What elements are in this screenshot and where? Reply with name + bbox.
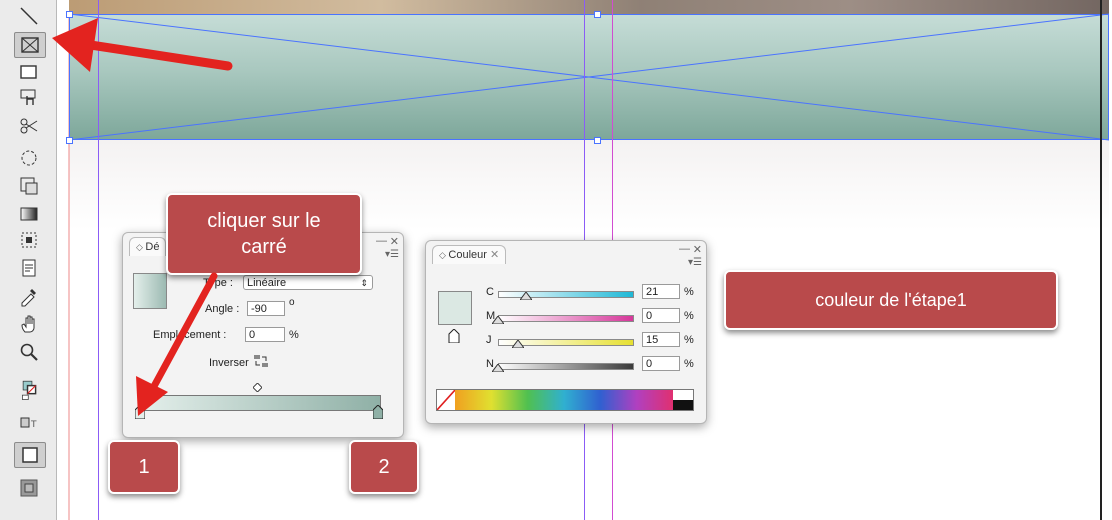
collapse-icon[interactable]: —: [376, 235, 387, 247]
color-panel-tab[interactable]: ◇ Couleur ✕: [432, 245, 507, 264]
svg-text:T: T: [30, 420, 37, 430]
cmyk-label: C: [486, 286, 494, 298]
location-input[interactable]: 0: [245, 327, 285, 342]
panel-menu-icon[interactable]: ▾☰: [688, 257, 702, 268]
line-tool-icon[interactable]: [14, 4, 44, 28]
cmyk-unit: %: [684, 286, 694, 298]
fill-color-swatch[interactable]: [438, 291, 472, 325]
gradient-stop-marker-icon: [448, 328, 460, 344]
cmyk-value-input[interactable]: 15: [642, 332, 680, 347]
collapse-icon[interactable]: —: [679, 243, 690, 255]
spectrum-ramp[interactable]: [455, 390, 673, 410]
image-strip: [69, 0, 1109, 14]
gradient-feather-tool-icon[interactable]: [14, 228, 44, 252]
close-icon[interactable]: ✕: [390, 235, 399, 248]
cmyk-value-input[interactable]: 0: [642, 356, 680, 371]
cmyk-slider-track[interactable]: [498, 291, 634, 298]
cmyk-unit: %: [684, 358, 694, 370]
gradient-stop-end[interactable]: [372, 404, 384, 420]
scissors-tool-icon[interactable]: [14, 114, 44, 138]
black-swatch[interactable]: [673, 400, 693, 410]
type-label: Type :: [203, 277, 233, 289]
cmyk-slider-track[interactable]: [498, 363, 634, 370]
preview-mode-icon[interactable]: [14, 476, 44, 500]
column-guide: [98, 0, 99, 520]
cmyk-slider-thumb[interactable]: [491, 363, 505, 375]
tab-close-icon[interactable]: ✕: [490, 249, 499, 261]
cmyk-slider-thumb[interactable]: [519, 291, 534, 303]
rectangle-frame-tool-icon[interactable]: [14, 32, 46, 58]
panel-menu-icon[interactable]: ▾☰: [385, 249, 399, 260]
gradient-preview-swatch: [133, 273, 167, 309]
zoom-tool-icon[interactable]: [14, 340, 44, 364]
select-arrows-icon: ⇕: [360, 278, 368, 288]
cmyk-unit: %: [684, 334, 694, 346]
gradient-stop-start[interactable]: [134, 404, 146, 420]
angle-unit: o: [289, 297, 295, 308]
hand-tool-icon[interactable]: [14, 312, 44, 336]
location-label: Emplacement :: [153, 329, 227, 341]
callout-stop-1: 1: [108, 440, 180, 494]
tools-panel: T: [0, 0, 57, 520]
gradient-ramp[interactable]: [139, 395, 381, 411]
scale-tool-icon[interactable]: [14, 174, 44, 198]
gradient-swatch-tool-icon[interactable]: [14, 202, 44, 226]
color-panel: ◇ Couleur ✕ — ✕ ▾☰ C 21% M 0% J 15% N 0%: [425, 240, 707, 424]
reverse-gradient-icon[interactable]: [253, 353, 269, 369]
normal-view-mode-icon[interactable]: [14, 442, 46, 468]
note-tool-icon[interactable]: [14, 256, 44, 280]
cmyk-value-input[interactable]: 21: [642, 284, 680, 299]
callout-click-square: cliquer sur le carré: [166, 193, 362, 275]
frame-handle[interactable]: [594, 137, 601, 144]
reverse-label: Inverser: [209, 357, 249, 369]
none-swatch[interactable]: [436, 389, 456, 411]
frame-handle[interactable]: [594, 11, 601, 18]
location-unit: %: [289, 329, 299, 341]
page-edge: [1100, 0, 1102, 520]
angle-input[interactable]: -90: [247, 301, 285, 316]
type-select[interactable]: Linéaire ⇕: [243, 275, 373, 290]
close-icon[interactable]: ✕: [693, 243, 702, 256]
frame-handle[interactable]: [66, 11, 73, 18]
cmyk-unit: %: [684, 310, 694, 322]
cmyk-slider-track[interactable]: [498, 315, 634, 322]
cmyk-slider-thumb[interactable]: [491, 315, 505, 327]
fill-stroke-icon[interactable]: [14, 374, 44, 406]
frame-bounding-box: [69, 14, 1109, 140]
callout-stop-2: 2: [349, 440, 419, 494]
white-swatch[interactable]: [673, 390, 693, 400]
button-tool-icon[interactable]: [14, 86, 44, 110]
gradient-panel-tab[interactable]: ◇ Dé: [129, 237, 167, 256]
rectangle-tool-icon[interactable]: [14, 60, 44, 84]
midpoint-diamond[interactable]: [252, 382, 263, 393]
frame-handle[interactable]: [66, 137, 73, 144]
callout-step1-color: couleur de l'étape1: [724, 270, 1058, 330]
eyedropper-tool-icon[interactable]: [14, 284, 44, 308]
angle-label: Angle :: [205, 303, 240, 315]
cmyk-label: J: [486, 334, 492, 346]
rotate-tool-icon[interactable]: [14, 146, 44, 170]
color-spectrum-bar[interactable]: [436, 389, 694, 411]
formatting-affects-container-icon[interactable]: T: [14, 414, 44, 432]
cmyk-value-input[interactable]: 0: [642, 308, 680, 323]
cmyk-slider-thumb[interactable]: [511, 339, 526, 351]
